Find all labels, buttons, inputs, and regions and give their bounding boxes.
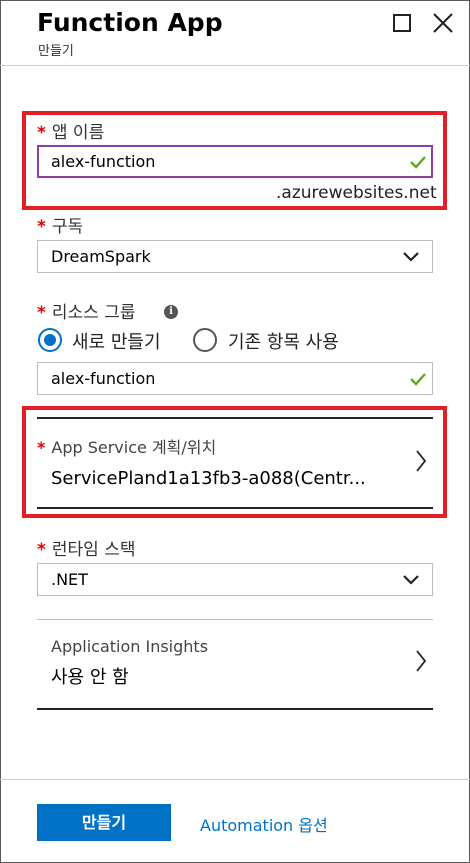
radio-use-existing-label[interactable]: 기존 항목 사용 (228, 328, 339, 354)
close-icon[interactable] (432, 12, 454, 34)
resource-group-input[interactable]: alex-function (37, 362, 433, 395)
divider (37, 619, 433, 620)
subscription-select[interactable]: DreamSpark (37, 240, 433, 273)
blade-header: Function App 만들기 (0, 0, 470, 66)
required-mark: * (37, 540, 46, 560)
app-service-plan-label: * App Service 계획/위치 (37, 438, 217, 457)
blade-title: Function App (37, 8, 223, 37)
maximize-icon[interactable] (393, 14, 411, 32)
application-insights-value: 사용 안 함 (51, 667, 129, 688)
runtime-stack-label: * 런타임 스택 (37, 540, 136, 560)
chevron-right-icon (416, 450, 427, 472)
check-icon (410, 373, 426, 386)
required-mark: * (37, 123, 46, 143)
create-button[interactable]: 만들기 (37, 804, 171, 841)
chevron-down-icon (403, 252, 419, 262)
radio-create-new-label[interactable]: 새로 만들기 (72, 328, 161, 354)
required-mark: * (37, 217, 46, 237)
required-mark: * (37, 303, 46, 323)
application-insights-row[interactable]: Application Insights 사용 안 함 (37, 619, 433, 711)
chevron-down-icon (403, 575, 419, 585)
runtime-stack-select[interactable]: .NET (37, 563, 433, 596)
app-name-label: * 앱 이름 (37, 123, 105, 143)
check-icon (410, 156, 426, 169)
footer-divider (0, 779, 470, 780)
info-icon[interactable]: i (164, 305, 178, 319)
radio-use-existing[interactable] (193, 328, 217, 352)
resource-group-label: * 리소스 그룹 (37, 303, 136, 323)
app-service-plan-row[interactable]: * App Service 계획/위치 ServicePland1a13fb3-a… (37, 417, 433, 509)
radio-create-new[interactable] (38, 328, 62, 352)
divider (37, 708, 433, 710)
application-insights-label: Application Insights (51, 637, 209, 656)
app-name-input[interactable]: alex-function (37, 145, 433, 178)
blade-subtitle: 만들기 (38, 44, 74, 59)
app-service-plan-value: ServicePland1a13fb3-a088(Centr... (51, 468, 366, 489)
chevron-right-icon (416, 650, 427, 672)
automation-options-link[interactable]: Automation 옵션 (200, 812, 328, 836)
domain-suffix: .azurewebsites.net (276, 183, 437, 203)
divider (37, 417, 433, 419)
subscription-label: * 구독 (37, 217, 84, 237)
divider (37, 507, 433, 509)
required-mark: * (37, 438, 46, 457)
